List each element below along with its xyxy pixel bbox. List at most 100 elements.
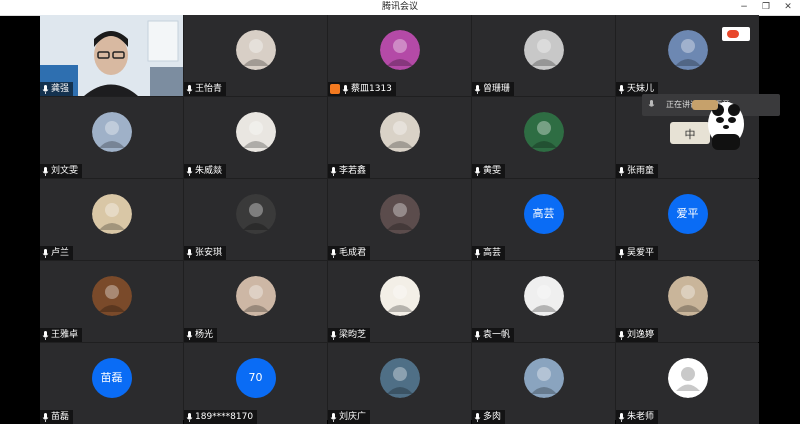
profile-photo bbox=[523, 111, 564, 152]
participant-tile[interactable]: 高芸 高芸 bbox=[472, 179, 615, 260]
window-titlebar: 腾讯会议 − ❐ ✕ bbox=[0, 0, 800, 16]
participant-name-bar: 杨光 bbox=[184, 328, 218, 342]
profile-photo bbox=[379, 275, 420, 316]
participant-tile[interactable]: 毛成君 bbox=[328, 179, 471, 260]
participant-tile[interactable]: 杨光 bbox=[184, 261, 327, 342]
participant-tile[interactable]: 苗磊 苗磊 bbox=[40, 343, 183, 424]
participant-tile[interactable]: 袁一帆 bbox=[472, 261, 615, 342]
participant-tile[interactable]: 梁昀芝 bbox=[328, 261, 471, 342]
participant-name-bar: 张雨童 bbox=[616, 164, 659, 178]
participant-name-bar: 黄雯 bbox=[472, 164, 506, 178]
participant-name-bar: 梁昀芝 bbox=[328, 328, 371, 342]
participant-tile[interactable]: 多肉 bbox=[472, 343, 615, 424]
meeting-app-badge[interactable] bbox=[722, 27, 750, 41]
profile-photo bbox=[379, 111, 420, 152]
participant-tile[interactable]: 黄雯 bbox=[472, 97, 615, 178]
participant-tile[interactable]: 卢兰 bbox=[40, 179, 183, 260]
participant-name: 张安琪 bbox=[195, 248, 223, 258]
participant-tile[interactable]: 朱老师 bbox=[616, 343, 759, 424]
microphone-icon bbox=[42, 166, 49, 176]
participant-name: 刘庆广 bbox=[339, 412, 367, 422]
participant-name-bar: 刘庆广 bbox=[328, 410, 371, 424]
microphone-icon bbox=[618, 330, 625, 340]
profile-photo bbox=[667, 275, 708, 316]
participant-name-bar: 袁一帆 bbox=[472, 328, 515, 342]
profile-photo bbox=[235, 29, 276, 70]
participant-tile[interactable]: 朱威燚 bbox=[184, 97, 327, 178]
microphone-icon bbox=[186, 412, 193, 422]
participant-name: 梁昀芝 bbox=[339, 330, 367, 340]
text-avatar: 高芸 bbox=[523, 193, 564, 234]
participant-name-bar: 刘文雯 bbox=[40, 164, 83, 178]
microphone-icon bbox=[342, 84, 349, 94]
profile-photo bbox=[379, 193, 420, 234]
close-button[interactable]: ✕ bbox=[778, 0, 798, 15]
microphone-icon bbox=[186, 166, 193, 176]
microphone-icon bbox=[330, 166, 337, 176]
microphone-icon bbox=[474, 330, 481, 340]
participant-tile[interactable]: 王怡青 bbox=[184, 15, 327, 96]
participant-name: 毛成君 bbox=[339, 248, 367, 258]
minimize-button[interactable]: − bbox=[734, 0, 754, 15]
participant-tile[interactable]: 李若鑫 bbox=[328, 97, 471, 178]
participant-tile[interactable]: 刘逸婷 bbox=[616, 261, 759, 342]
text-avatar: 70 bbox=[235, 357, 276, 398]
participant-name-bar: 189****8170 bbox=[184, 410, 258, 424]
participant-name-bar: 卢兰 bbox=[40, 246, 74, 260]
participant-tile[interactable]: 爱平 吴爱平 bbox=[616, 179, 759, 260]
participant-tile[interactable]: 张安琪 bbox=[184, 179, 327, 260]
microphone-icon bbox=[648, 100, 655, 107]
microphone-icon bbox=[330, 330, 337, 340]
participant-tile[interactable]: 王雅卓 bbox=[40, 261, 183, 342]
profile-photo bbox=[379, 29, 420, 70]
window-title: 腾讯会议 bbox=[381, 2, 418, 12]
participant-tile[interactable]: 70 189****8170 bbox=[184, 343, 327, 424]
microphone-icon bbox=[42, 330, 49, 340]
participant-name: 刘文雯 bbox=[51, 166, 79, 176]
participant-name: 吴爱平 bbox=[627, 248, 655, 258]
profile-photo bbox=[235, 275, 276, 316]
participant-name-bar: 毛成君 bbox=[328, 246, 371, 260]
microphone-icon bbox=[474, 166, 481, 176]
microphone-icon bbox=[186, 248, 193, 258]
microphone-icon bbox=[474, 412, 481, 422]
participant-tile[interactable]: 刘文雯 bbox=[40, 97, 183, 178]
participant-name-bar: 蔡皿1313 bbox=[328, 82, 396, 96]
participant-name-bar: 张安琪 bbox=[184, 246, 227, 260]
profile-photo bbox=[667, 29, 708, 70]
participant-tile[interactable]: 蔡皿1313 bbox=[328, 15, 471, 96]
participant-name-bar: 苗磊 bbox=[40, 410, 74, 424]
profile-photo bbox=[235, 111, 276, 152]
profile-photo bbox=[379, 357, 420, 398]
participant-name-bar: 多肉 bbox=[472, 410, 506, 424]
microphone-icon bbox=[186, 84, 193, 94]
participant-name: 王雅卓 bbox=[51, 330, 79, 340]
microphone-icon bbox=[330, 412, 337, 422]
participant-name: 李若鑫 bbox=[339, 166, 367, 176]
participant-name-bar: 曾珊珊 bbox=[472, 82, 515, 96]
participant-tile[interactable]: 龚强 bbox=[40, 15, 183, 96]
participant-name-bar: 龚强 bbox=[40, 82, 74, 96]
participant-tile[interactable]: 曾珊珊 bbox=[472, 15, 615, 96]
participant-name: 张雨童 bbox=[627, 166, 655, 176]
participant-grid: 龚强 王怡青 蔡皿1313 曾珊珊 天妹儿 刘文雯 朱威燚 李若鑫 黄雯 张雨童… bbox=[40, 15, 759, 424]
screen-share-icon bbox=[330, 84, 340, 94]
participant-name: 苗磊 bbox=[51, 412, 70, 422]
restore-button[interactable]: ❐ bbox=[756, 0, 776, 15]
microphone-icon bbox=[42, 248, 49, 258]
profile-photo bbox=[91, 275, 132, 316]
microphone-icon bbox=[618, 248, 625, 258]
microphone-icon bbox=[618, 412, 625, 422]
participant-name: 189****8170 bbox=[195, 412, 254, 422]
microphone-icon bbox=[474, 84, 481, 94]
text-avatar: 爱平 bbox=[667, 193, 708, 234]
participant-name: 龚强 bbox=[51, 84, 70, 94]
participant-name: 卢兰 bbox=[51, 248, 70, 258]
participant-name-bar: 朱威燚 bbox=[184, 164, 227, 178]
participant-tile[interactable]: 刘庆广 bbox=[328, 343, 471, 424]
panda-sticker-avatar: 中 bbox=[670, 100, 744, 150]
participant-name-bar: 王怡青 bbox=[184, 82, 227, 96]
tencent-meeting-logo-icon bbox=[727, 30, 739, 38]
participant-name-bar: 高芸 bbox=[472, 246, 506, 260]
participant-name: 朱老师 bbox=[627, 412, 655, 422]
